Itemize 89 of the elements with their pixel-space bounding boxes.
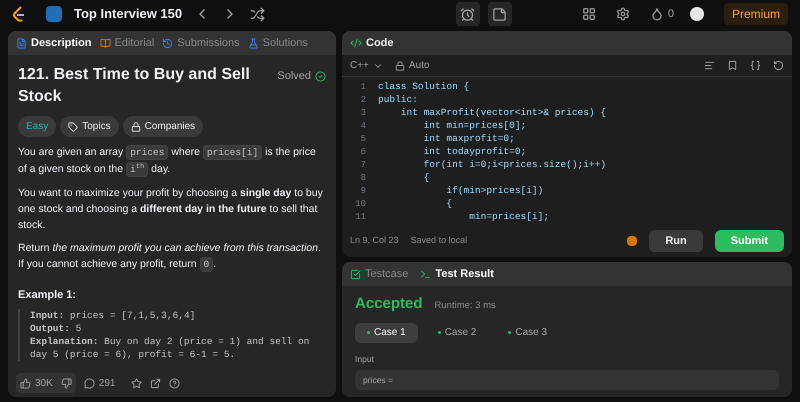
auto-mode[interactable]: Auto [394, 58, 430, 73]
tag-icon [68, 122, 78, 132]
code-line: min=prices[i]; [468, 210, 550, 224]
line-number: 1 [360, 80, 366, 94]
line-number: 6 [360, 146, 366, 159]
star-icon[interactable] [131, 378, 142, 388]
difficulty-badge[interactable]: Easy [18, 116, 56, 137]
description-paragraph: You want to maximize your profit by choosing a single day to buy one stock and choosing a different day in the future to sell that stock. [18, 186, 324, 233]
format-icon[interactable] [704, 60, 715, 71]
code-line: if(min>prices[i]) [445, 184, 544, 198]
shuffle-icon[interactable] [250, 6, 266, 22]
braces-icon[interactable] [750, 60, 761, 71]
line-number: 11 [354, 210, 366, 224]
example-line: Input: prices = [7,1,5,3,6,4] [30, 308, 196, 322]
line-number: 4 [360, 120, 366, 133]
bookmark-icon[interactable] [727, 60, 738, 71]
description-tab[interactable]: Solutions [248, 34, 308, 52]
description-tab[interactable]: Editorial [100, 34, 154, 52]
tab-icon [248, 38, 259, 48]
line-number: 10 [354, 198, 366, 211]
notes-button[interactable] [488, 2, 512, 26]
settings-icon[interactable] [616, 7, 630, 21]
tag-chip[interactable]: Companies [122, 116, 204, 137]
tab-icon [162, 38, 174, 48]
description-paragraph: Return the maximum profit you can achieve from this transaction. If you cannot achieve any profit, return 0 . [18, 241, 322, 273]
save-status: Saved to local [410, 234, 468, 248]
alarm-clock-icon [460, 6, 475, 22]
comments-button[interactable]: 291 [84, 376, 116, 390]
result-tab[interactable]: Testcase [350, 266, 408, 282]
line-number: 7 [360, 158, 366, 172]
example-line: Explanation: Buy on day 2 (price = 1) and sell on day 5 (price = 6), profit = 6-1 = 5. [30, 334, 310, 360]
solved-status: Solved [277, 68, 326, 84]
code-line: for(int i=0;i<prices.size();i++) [422, 158, 606, 172]
checkbox-icon [350, 268, 361, 280]
like-button[interactable]: 30K [20, 376, 53, 390]
logo-icon[interactable] [12, 6, 26, 22]
lock-icon [130, 122, 141, 132]
code-line: { [422, 171, 430, 186]
description-tab[interactable]: Submissions [162, 34, 240, 52]
comment-icon [84, 378, 95, 388]
timer-button[interactable] [456, 2, 480, 26]
run-button[interactable]: Run [649, 230, 703, 252]
line-number: 5 [360, 132, 366, 146]
case-tab[interactable]: Case 3 [496, 322, 560, 342]
verdict: Accepted [355, 294, 423, 314]
example-heading: Example 1: [18, 288, 78, 303]
language-select[interactable]: C++ [350, 58, 383, 73]
example-line: Output: 5 [30, 322, 82, 334]
line-number: 3 [360, 106, 366, 120]
line-number: 8 [360, 172, 366, 185]
cursor-position: Ln 9, Col 23 [350, 234, 399, 248]
help-icon[interactable] [169, 378, 180, 388]
case-tab[interactable]: Case 2 [426, 322, 488, 342]
grid-icon[interactable] [582, 7, 596, 21]
streak-count: 0 [668, 6, 674, 22]
list-title[interactable]: Top Interview 150 [74, 4, 182, 24]
code-tab[interactable]: Code [350, 34, 394, 52]
check-icon [315, 70, 326, 82]
tab-icon [16, 38, 27, 48]
code-line: int maxprofit=0; [422, 132, 515, 146]
description-paragraph: You are given an array prices where prices[i] is the price of a given stock on the i$^{th}$ day. [18, 144, 317, 178]
lock-icon [394, 60, 405, 70]
code-line: { [445, 197, 452, 212]
avatar[interactable] [690, 7, 704, 21]
input-value: prices = [355, 370, 779, 390]
tag-chip[interactable]: Topics [60, 116, 119, 137]
line-number: 2 [360, 94, 366, 107]
runtime: Runtime: 3 ms [434, 299, 496, 313]
thumbs-up-icon [20, 378, 31, 388]
line-number: 9 [360, 184, 366, 198]
problem-title: 121. Best Time to Buy and Sell Stock [18, 65, 251, 107]
thumbs-down-icon[interactable] [60, 378, 72, 388]
reset-icon[interactable] [773, 60, 784, 71]
code-line: class Solution { [378, 80, 470, 94]
note-icon [492, 6, 507, 22]
code-line: int min=prices[0]; [422, 119, 526, 134]
result-tab[interactable]: Test Result [420, 266, 494, 282]
share-icon[interactable] [150, 378, 162, 388]
code-line: int maxProfit(vector<int>& prices) { [400, 106, 606, 120]
premium-button[interactable]: Premium [724, 3, 788, 25]
code-line: public: [378, 93, 418, 108]
terminal-icon [420, 268, 432, 280]
tab-icon [100, 38, 111, 48]
description-tab[interactable]: Description [16, 34, 92, 52]
input-label: Input [355, 352, 375, 366]
drop-icon[interactable] [650, 7, 664, 21]
code-icon [350, 37, 362, 49]
case-tab[interactable]: Case 1 [355, 322, 418, 342]
code-line: int todayprofit=0; [422, 145, 526, 160]
